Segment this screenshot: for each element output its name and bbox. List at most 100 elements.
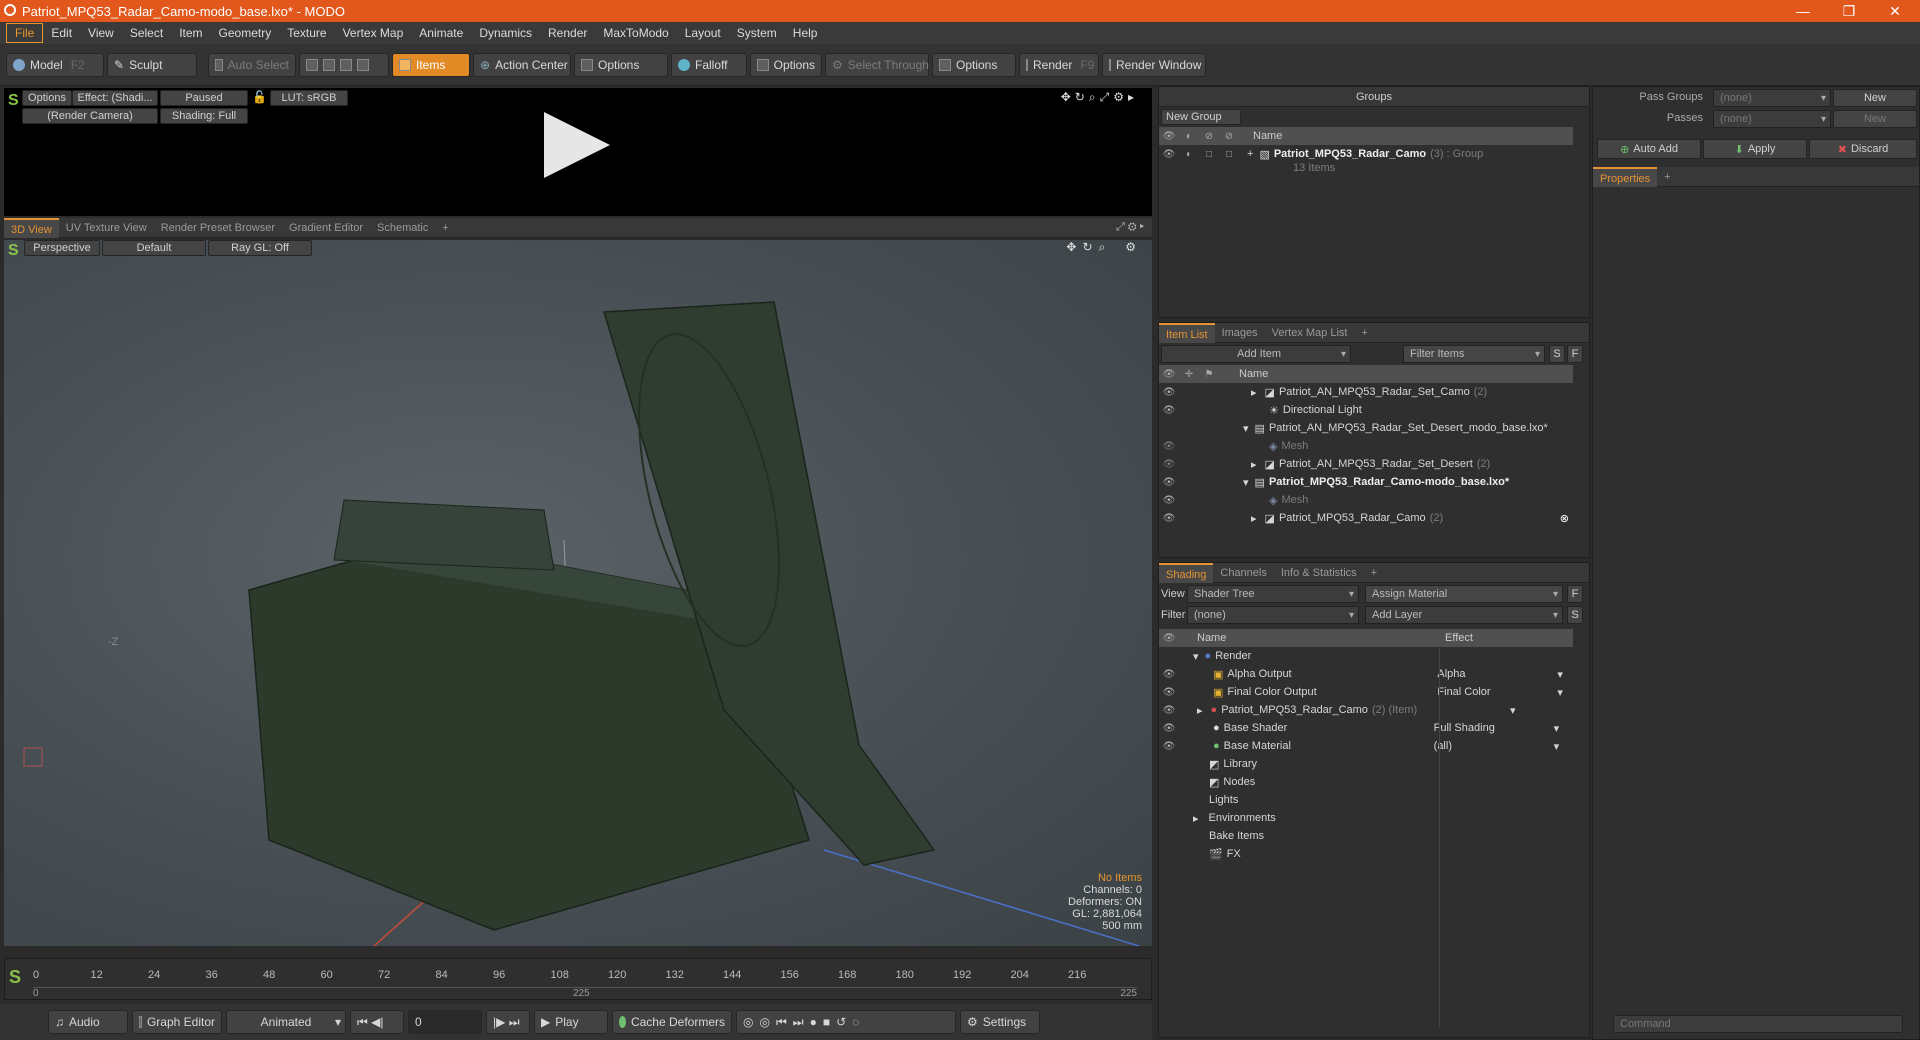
- collapse-icon[interactable]: ▾: [1193, 650, 1199, 663]
- tab-gradient-editor[interactable]: Gradient Editor: [282, 218, 370, 238]
- visibility-icon[interactable]: 👁: [1159, 459, 1179, 470]
- expand-icon[interactable]: ▸: [1251, 458, 1257, 471]
- settings-button[interactable]: ⚙ Settings: [960, 1010, 1040, 1034]
- close-button[interactable]: ✕: [1872, 0, 1918, 22]
- skip-start-icon[interactable]: ⏮: [357, 1015, 368, 1030]
- add-tab-icon[interactable]: +: [1364, 563, 1384, 583]
- panel-gear-icon[interactable]: ⤢ ⚙ ▸: [1116, 221, 1144, 234]
- select-toggle-icon[interactable]: □: [1219, 149, 1239, 160]
- expand-icon[interactable]: ▸: [1251, 512, 1257, 525]
- assign-f-button[interactable]: F: [1567, 585, 1583, 603]
- maximize-button[interactable]: ❐: [1826, 0, 1872, 22]
- audio-button[interactable]: ♫ Audio: [48, 1010, 128, 1034]
- select-options-button[interactable]: Options: [932, 52, 1016, 77]
- menu-system[interactable]: System: [729, 24, 785, 42]
- menu-geometry[interactable]: Geometry: [211, 24, 280, 42]
- visibility-icon[interactable]: 👁: [1159, 405, 1179, 416]
- expand-arrow-icon[interactable]: ▸: [1128, 90, 1138, 104]
- polygons-icon[interactable]: [340, 58, 352, 71]
- lock-icon[interactable]: 🔓: [252, 90, 267, 104]
- add-tab-icon[interactable]: +: [1657, 167, 1677, 187]
- tab-channels[interactable]: Channels: [1213, 563, 1273, 583]
- shader-row-final-color[interactable]: 👁 ▣ Final Color Output Final Color ▾: [1159, 683, 1573, 701]
- visibility-icon[interactable]: 👁: [1159, 513, 1179, 524]
- render-button[interactable]: Render F9: [1019, 52, 1099, 77]
- expand-icon[interactable]: ▸: [1193, 812, 1199, 825]
- vertices-icon[interactable]: [306, 58, 318, 71]
- shader-row-bake-items[interactable]: Bake Items: [1159, 827, 1573, 845]
- menu-vertex-map[interactable]: Vertex Map: [335, 24, 412, 42]
- item-row[interactable]: 👁 ◈ Mesh: [1159, 491, 1573, 509]
- filter-s-button[interactable]: S: [1549, 345, 1565, 363]
- render-camera-dropdown[interactable]: (Render Camera): [22, 108, 158, 124]
- step-back-icon[interactable]: ◀|: [371, 1015, 383, 1029]
- zoom-icon[interactable]: ⌕: [1089, 90, 1100, 104]
- collapse-icon[interactable]: ▾: [1243, 476, 1249, 489]
- tab-3d-view[interactable]: 3D View: [4, 217, 59, 238]
- add-tab-icon[interactable]: +: [1354, 323, 1374, 343]
- shader-row-base-shader[interactable]: 👁 ● Base Shader Full Shading ▾: [1159, 719, 1573, 737]
- apply-button[interactable]: ⬇ Apply: [1703, 139, 1807, 159]
- visibility-icon[interactable]: 👁: [1159, 477, 1179, 488]
- action-center-options-button[interactable]: Options: [574, 52, 668, 77]
- passes-dropdown[interactable]: (none): [1713, 110, 1831, 128]
- tab-info-statistics[interactable]: Info & Statistics: [1274, 563, 1364, 583]
- shader-row-nodes[interactable]: ◩ Nodes: [1159, 773, 1573, 791]
- preview-options-button[interactable]: Options: [22, 90, 72, 106]
- visibility-icon[interactable]: 👁: [1159, 441, 1179, 452]
- auto-add-button[interactable]: ⊕ Auto Add: [1597, 139, 1701, 159]
- chevron-down-icon[interactable]: ▾: [1510, 704, 1516, 717]
- assign-material-input[interactable]: Assign Material: [1365, 585, 1563, 603]
- next-key-icon[interactable]: ⏭: [793, 1015, 810, 1030]
- filter-dropdown[interactable]: (none): [1187, 606, 1359, 624]
- visibility-icon[interactable]: 👁: [1159, 669, 1179, 680]
- shader-row-alpha-output[interactable]: 👁 ▣ Alpha Output Alpha ▾: [1159, 665, 1573, 683]
- model-mode-button[interactable]: Model F2: [6, 52, 104, 77]
- chevron-down-icon[interactable]: ▾: [1557, 668, 1563, 681]
- materials-icon[interactable]: [357, 58, 369, 71]
- menu-texture[interactable]: Texture: [279, 24, 334, 42]
- 3d-viewport[interactable]: S Perspective Default Ray GL: Off ✥↻⌕ ⚙ -…: [4, 240, 1152, 946]
- shader-row-material-group[interactable]: 👁 ▸ ● Patriot_MPQ53_Radar_Camo (2) (Item) ▾: [1159, 701, 1573, 719]
- lut-dropdown[interactable]: LUT: sRGB: [270, 90, 348, 106]
- menu-file[interactable]: File: [6, 23, 44, 43]
- menu-render[interactable]: Render: [540, 24, 595, 42]
- add-tab-icon[interactable]: +: [435, 218, 455, 238]
- visibility-icon[interactable]: 👁: [1159, 495, 1179, 506]
- chevron-down-icon[interactable]: ▾: [1557, 686, 1563, 699]
- shader-row-fx[interactable]: 🎬 FX: [1159, 845, 1573, 863]
- select-through-button[interactable]: ⚙ Select Through: [825, 52, 929, 77]
- shader-row-environments[interactable]: ▸ Environments: [1159, 809, 1573, 827]
- chevron-down-icon[interactable]: ▾: [1554, 722, 1560, 735]
- item-row[interactable]: 👁 ▸ ◪ Patriot_AN_MPQ53_Radar_Set_Camo (2): [1159, 383, 1573, 401]
- item-row[interactable]: 👁 ▸ ◪ Patriot_AN_MPQ53_Radar_Set_Desert (2): [1159, 455, 1573, 473]
- shading-s-button[interactable]: S: [1567, 606, 1583, 624]
- command-input[interactable]: Command: [1613, 1015, 1903, 1033]
- shading-dropdown[interactable]: Shading: Full: [160, 108, 248, 124]
- expand-icon[interactable]: ▸: [1197, 704, 1203, 717]
- pan-icon[interactable]: ✥: [1061, 90, 1075, 104]
- visibility-icon[interactable]: 👁: [1159, 723, 1179, 734]
- key-all-icon[interactable]: ◎: [759, 1015, 775, 1029]
- timeline-range-bar[interactable]: 0 225 225: [33, 987, 1137, 999]
- ghost-icon[interactable]: ◌: [852, 1015, 865, 1029]
- visibility-icon[interactable]: 👁: [1159, 705, 1179, 716]
- graph-editor-button[interactable]: Graph Editor: [132, 1010, 222, 1034]
- play-icon[interactable]: [544, 112, 610, 178]
- tab-render-preset-browser[interactable]: Render Preset Browser: [154, 218, 282, 238]
- render-preview[interactable]: S Options Effect: (Shadi... Paused 🔓 LUT…: [4, 88, 1152, 216]
- sculpt-mode-button[interactable]: ✎ Sculpt: [107, 52, 197, 77]
- collapse-icon[interactable]: ▾: [1243, 422, 1249, 435]
- action-center-button[interactable]: ⊕ Action Center: [473, 52, 571, 77]
- filter-f-button[interactable]: F: [1567, 345, 1583, 363]
- view-dropdown[interactable]: Shader Tree: [1187, 585, 1359, 603]
- frame-input[interactable]: 0: [408, 1010, 482, 1034]
- pass-groups-dropdown[interactable]: (none): [1713, 89, 1831, 107]
- item-row[interactable]: ▾ ▤ Patriot_AN_MPQ53_Radar_Set_Desert_modo…: [1159, 419, 1573, 437]
- items-mode-button[interactable]: Items: [392, 52, 470, 77]
- tab-item-list[interactable]: Item List: [1159, 322, 1215, 343]
- minimize-button[interactable]: —: [1780, 0, 1826, 22]
- menu-view[interactable]: View: [80, 24, 122, 42]
- item-row[interactable]: 👁 ◈ Mesh: [1159, 437, 1573, 455]
- auto-select-button[interactable]: Auto Select: [208, 52, 296, 77]
